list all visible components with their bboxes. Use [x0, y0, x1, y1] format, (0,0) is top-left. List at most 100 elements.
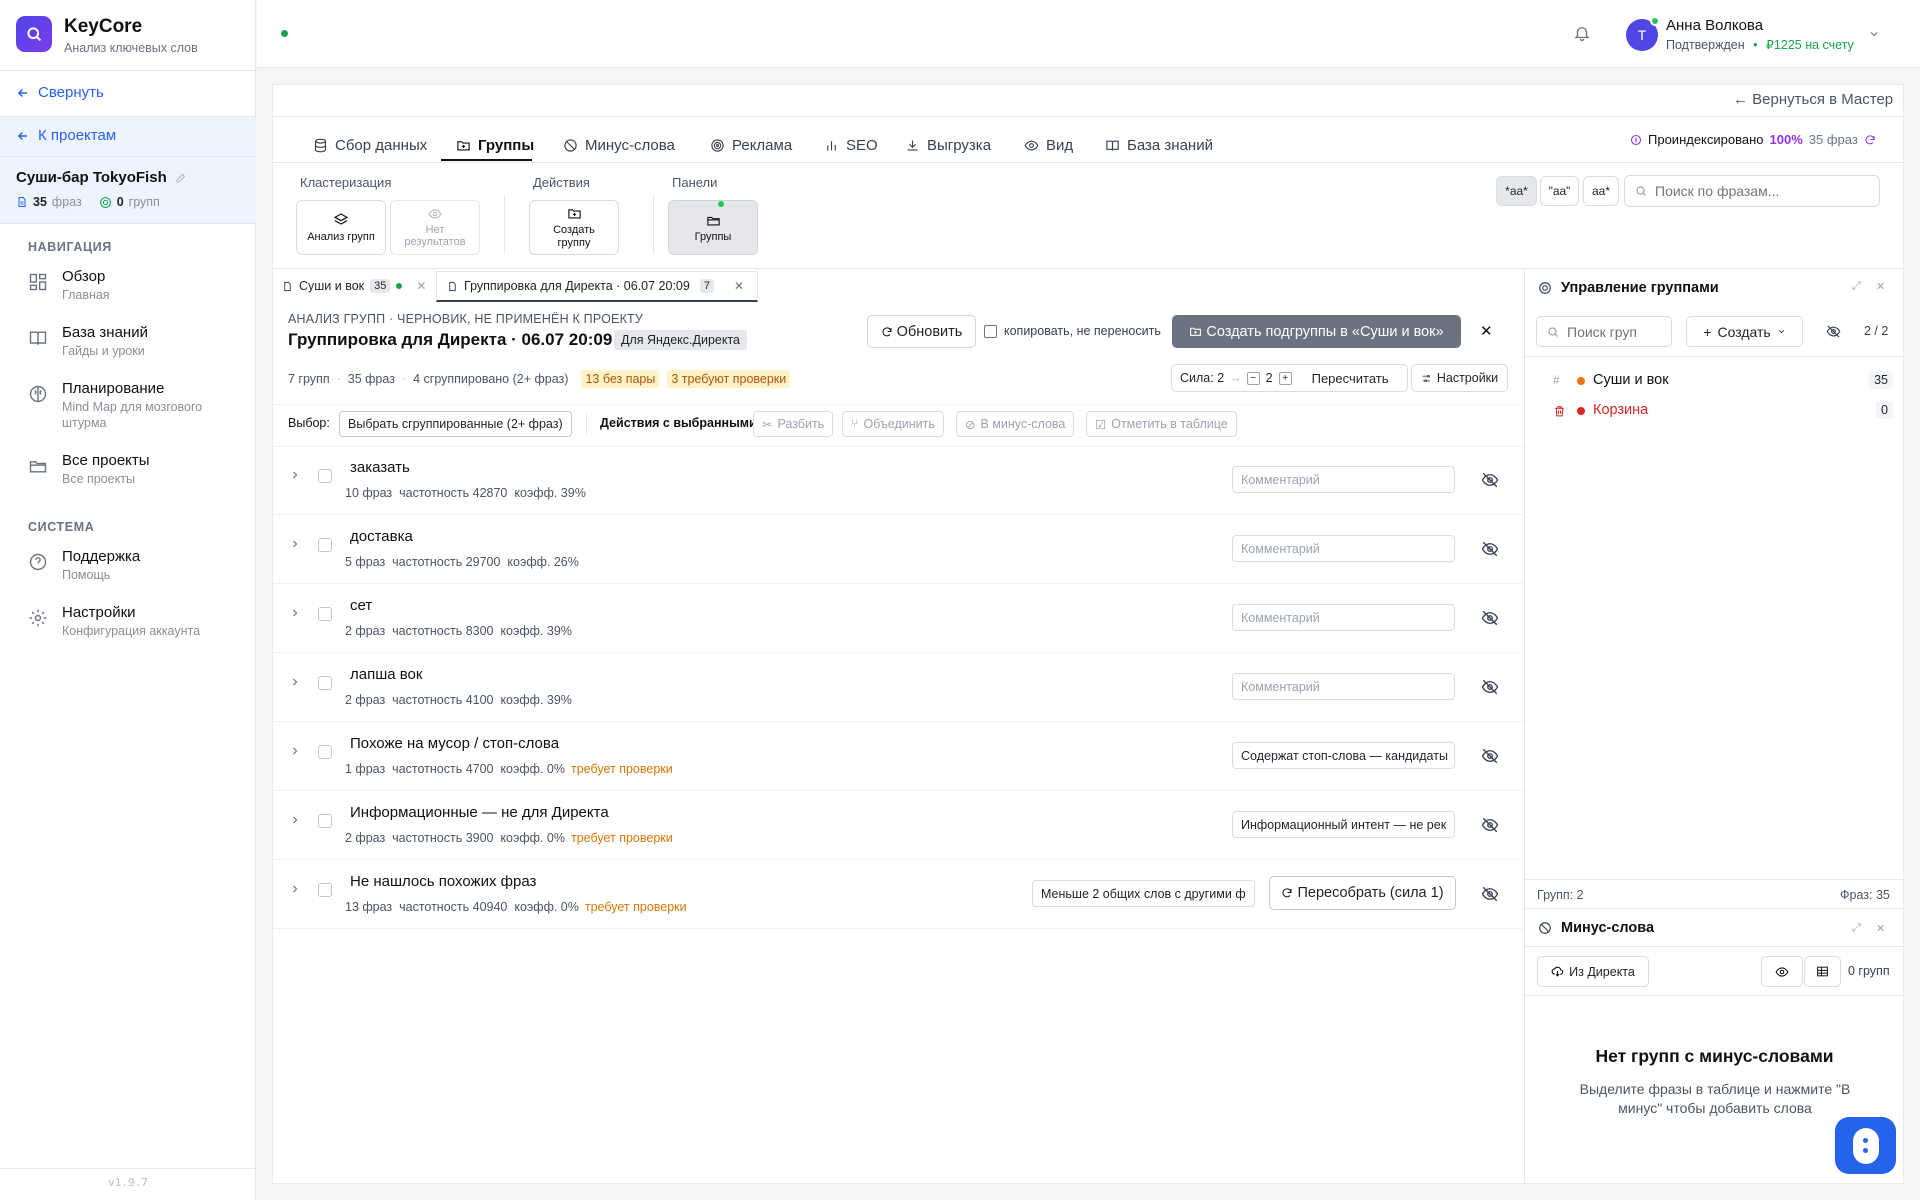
copy-checkbox[interactable]: [984, 324, 997, 338]
rebuild-button[interactable]: Пересобрать (сила 1): [1269, 876, 1456, 910]
tab-minus-words[interactable]: Минус-слова: [563, 130, 675, 160]
chevron-right-icon[interactable]: [289, 745, 301, 757]
chevron-right-icon[interactable]: [289, 538, 301, 550]
doc-tab-sushi-wok[interactable]: Суши и вок 35 ✕: [282, 275, 426, 297]
row-checkbox[interactable]: [318, 538, 332, 552]
row-checkbox[interactable]: [318, 469, 332, 483]
eye-off-icon[interactable]: [1481, 678, 1499, 696]
import-from-direct-button[interactable]: Из Директа: [1537, 956, 1649, 987]
tab-groups[interactable]: Группы: [456, 130, 534, 160]
refresh-button[interactable]: Обновить: [867, 315, 976, 348]
group-row[interactable]: сет 2 фраз частотность 8300 коэфф. 39% Ком…: [273, 585, 1523, 653]
close-analysis-icon[interactable]: ✕: [1480, 322, 1493, 340]
to-minus-words-button[interactable]: ⊘ В минус-слова: [956, 411, 1075, 437]
tab-knowledge-base[interactable]: База знаний: [1105, 130, 1213, 160]
expand-icon[interactable]: ⤢: [1852, 280, 1861, 293]
group-item-trash[interactable]: Корзина 0: [1553, 401, 1893, 423]
close-icon[interactable]: ✕: [734, 279, 744, 293]
eye-off-icon[interactable]: [1481, 885, 1499, 903]
bell-icon[interactable]: [1573, 24, 1591, 42]
tab-ads[interactable]: Реклама: [710, 130, 792, 160]
chevron-right-icon[interactable]: [289, 814, 301, 826]
table-view-button[interactable]: [1804, 956, 1841, 987]
chevron-right-icon[interactable]: [289, 883, 301, 895]
phrase-search-input[interactable]: [1655, 183, 1865, 199]
close-icon[interactable]: ✕: [416, 279, 426, 293]
back-to-projects-label: К проектам: [38, 127, 117, 144]
recalculate-button[interactable]: Пересчитать: [1312, 371, 1389, 386]
row-checkbox[interactable]: [318, 676, 332, 690]
tab-seo[interactable]: SEO: [824, 130, 878, 160]
chevron-right-icon[interactable]: [289, 469, 301, 481]
analyze-groups-button[interactable]: Анализ групп: [296, 200, 386, 255]
group-search-field[interactable]: [1536, 316, 1672, 347]
comment-input[interactable]: Комментарий: [1232, 535, 1455, 562]
eye-off-icon[interactable]: [1481, 540, 1499, 558]
match-mode-phrase[interactable]: "aa": [1540, 176, 1579, 206]
split-button[interactable]: ✂ Разбить: [753, 411, 834, 437]
strength-decrement-button[interactable]: −: [1246, 371, 1260, 385]
pencil-icon[interactable]: [175, 172, 187, 184]
group-item[interactable]: # Суши и вок 35: [1553, 371, 1893, 393]
tab-view[interactable]: Вид: [1024, 130, 1073, 160]
row-checkbox[interactable]: [318, 745, 332, 759]
chevron-right-icon[interactable]: [289, 676, 301, 688]
group-row[interactable]: заказать 10 фраз частотность 42870 коэфф.…: [273, 447, 1523, 515]
nav-item-support[interactable]: Поддержка Помощь: [28, 548, 140, 583]
row-checkbox[interactable]: [318, 814, 332, 828]
refresh-icon[interactable]: [1864, 134, 1876, 146]
groups-panel-toggle[interactable]: Группы: [668, 200, 758, 255]
copy-option[interactable]: копировать, не переносить: [984, 324, 1161, 338]
nav-item-overview[interactable]: Обзор Главная: [28, 268, 110, 303]
create-group-dropdown[interactable]: + Создать: [1686, 316, 1803, 347]
group-row[interactable]: доставка 5 фраз частотность 29700 коэфф. …: [273, 516, 1523, 584]
chat-support-button[interactable]: [1835, 1117, 1896, 1174]
current-project[interactable]: Суши-бар TokyoFish 35 фраз 0 групп: [0, 156, 256, 224]
close-icon[interactable]: ✕: [1876, 280, 1885, 293]
eye-off-icon[interactable]: [1481, 609, 1499, 627]
close-icon[interactable]: ✕: [1876, 922, 1885, 935]
group-search-input[interactable]: [1567, 323, 1662, 340]
back-to-projects-button[interactable]: К проектам: [16, 127, 116, 144]
comment-input[interactable]: Содержат стоп-слова — кандидаты: [1232, 742, 1455, 769]
eye-off-icon[interactable]: [1481, 816, 1499, 834]
back-to-master-link[interactable]: ← Вернуться в Мастер: [1733, 91, 1893, 108]
group-row[interactable]: Не нашлось похожих фраз 13 фраз частотнос…: [273, 861, 1523, 929]
eye-off-icon[interactable]: [1481, 747, 1499, 765]
group-row[interactable]: Похоже на мусор / стоп-слова 1 фраз часто…: [273, 723, 1523, 791]
group-row[interactable]: лапша вок 2 фраз частотность 4100 коэфф. …: [273, 654, 1523, 722]
row-checkbox[interactable]: [318, 883, 332, 897]
create-group-button[interactable]: Создать группу: [529, 200, 619, 255]
phrase-search-field[interactable]: [1624, 175, 1880, 207]
group-row[interactable]: Информационные — не для Директа 2 фраз ча…: [273, 792, 1523, 860]
select-grouped-button[interactable]: Выбрать сгруппированные (2+ фраз): [339, 411, 572, 437]
chevron-right-icon[interactable]: [289, 607, 301, 619]
nav-item-knowledge-base[interactable]: База знаний Гайды и уроки: [28, 324, 148, 359]
create-subgroups-button[interactable]: Создать подгруппы в «Суши и вок»: [1172, 315, 1461, 348]
comment-input[interactable]: Комментарий: [1232, 466, 1455, 493]
nav-item-all-projects[interactable]: Все проекты Все проекты: [28, 452, 150, 487]
comment-input[interactable]: Меньше 2 общих слов с другими ф: [1032, 880, 1255, 907]
merge-button[interactable]: ⑂ Объединить: [842, 411, 944, 437]
comment-input[interactable]: Информационный интент — не рек: [1232, 811, 1455, 838]
nav-item-settings[interactable]: Настройки Конфигурация аккаунта: [28, 604, 200, 639]
comment-input[interactable]: Комментарий: [1232, 673, 1455, 700]
expand-icon[interactable]: ⤢: [1852, 922, 1861, 935]
nav-item-planning[interactable]: Планирование Mind Map для мозгового штурм…: [28, 380, 222, 432]
eye-off-icon[interactable]: [1481, 471, 1499, 489]
analysis-settings-button[interactable]: Настройки: [1411, 364, 1508, 392]
tab-export[interactable]: Выгрузка: [905, 130, 991, 160]
doc-tab-direct-grouping[interactable]: Группировка для Директа · 06.07 20:09 7 …: [436, 271, 758, 302]
tab-data-collection[interactable]: Сбор данных: [313, 130, 427, 160]
analysis-title: Группировка для Директа · 06.07 20:09: [288, 330, 613, 349]
collapse-button[interactable]: Свернуть: [16, 84, 104, 101]
mark-in-table-button[interactable]: ☑ Отметить в таблице: [1086, 411, 1237, 437]
toggle-visibility-button[interactable]: [1761, 956, 1803, 987]
chevron-down-icon[interactable]: [1868, 28, 1880, 40]
comment-input[interactable]: Комментарий: [1232, 604, 1455, 631]
strength-increment-button[interactable]: +: [1278, 371, 1292, 385]
match-mode-broad[interactable]: *aa*: [1496, 176, 1537, 206]
match-mode-prefix[interactable]: aa*: [1583, 176, 1619, 206]
eye-off-icon[interactable]: [1826, 324, 1841, 339]
row-checkbox[interactable]: [318, 607, 332, 621]
